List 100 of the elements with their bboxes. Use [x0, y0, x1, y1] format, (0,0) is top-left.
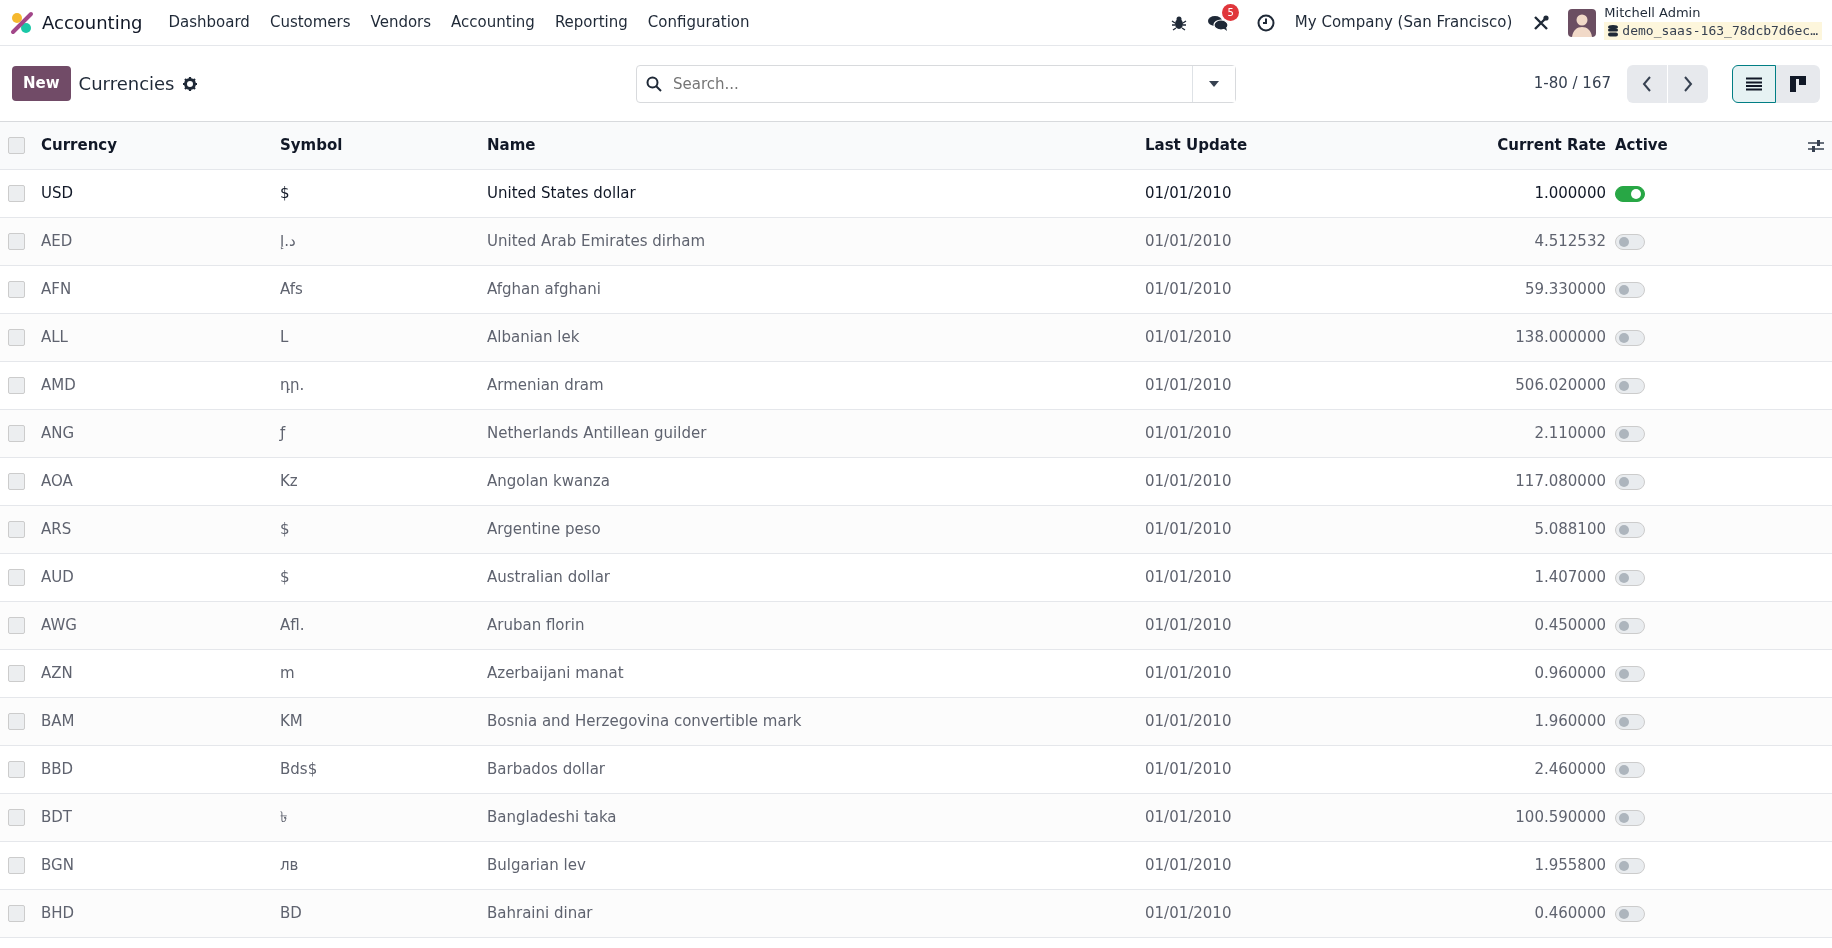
- active-toggle[interactable]: [1615, 665, 1645, 682]
- user-name[interactable]: Mitchell Admin: [1604, 5, 1822, 22]
- notification-badge: 5: [1222, 4, 1239, 21]
- row-checkbox[interactable]: [8, 233, 25, 251]
- menu-item[interactable]: Vendors: [360, 7, 442, 38]
- select-all-checkbox[interactable]: [8, 137, 25, 155]
- currency-code: AOA: [41, 472, 73, 491]
- currency-code: BHD: [41, 904, 75, 923]
- currency-code: BAM: [41, 712, 75, 731]
- last-update-date: 01/01/2010: [1145, 808, 1232, 827]
- currency-symbol: դր.: [280, 376, 305, 395]
- currency-code: AZN: [41, 664, 73, 683]
- active-toggle[interactable]: [1615, 329, 1645, 346]
- column-header[interactable]: Symbol: [280, 136, 343, 155]
- currency-code: USD: [41, 184, 74, 203]
- current-rate: 117.080000: [1515, 472, 1606, 491]
- active-toggle[interactable]: [1615, 521, 1645, 538]
- current-rate: 2.110000: [1534, 424, 1606, 443]
- active-toggle[interactable]: [1615, 857, 1645, 874]
- row-checkbox[interactable]: [8, 281, 25, 299]
- menu-item[interactable]: Reporting: [544, 7, 638, 38]
- current-rate: 5.088100: [1534, 520, 1606, 539]
- menu-item[interactable]: Dashboard: [158, 7, 260, 38]
- active-toggle[interactable]: [1615, 425, 1645, 442]
- row-checkbox[interactable]: [8, 761, 25, 779]
- app-name[interactable]: Accounting: [42, 9, 143, 36]
- column-header[interactable]: Name: [487, 136, 536, 155]
- kanban-view-button[interactable]: [1776, 64, 1820, 103]
- active-toggle[interactable]: [1615, 617, 1645, 634]
- row-checkbox[interactable]: [8, 521, 25, 539]
- row-checkbox[interactable]: [8, 713, 25, 731]
- menu-item[interactable]: Customers: [259, 7, 361, 38]
- row-checkbox[interactable]: [8, 569, 25, 587]
- app-logo-icon[interactable]: [10, 10, 34, 35]
- avatar-icon[interactable]: [1568, 8, 1597, 37]
- row-checkbox[interactable]: [8, 185, 25, 203]
- menu-item[interactable]: Accounting: [441, 7, 545, 38]
- current-rate: 1.960000: [1534, 712, 1606, 731]
- currency-code: AMD: [41, 376, 76, 395]
- currency-code: BBD: [41, 760, 74, 779]
- currency-name: Bosnia and Herzegovina convertible mark: [487, 712, 802, 731]
- column-header[interactable]: Currency: [41, 136, 117, 155]
- row-checkbox[interactable]: [8, 377, 25, 395]
- search-field[interactable]: Search...: [636, 64, 1236, 103]
- currency-name: Afghan afghani: [487, 280, 601, 299]
- active-toggle[interactable]: [1615, 809, 1645, 826]
- company-switcher[interactable]: My Company (San Francisco): [1284, 7, 1523, 38]
- kanban-icon: [1790, 76, 1806, 92]
- current-rate: 1.000000: [1534, 184, 1606, 203]
- pager-value[interactable]: 1-80 / 167: [1533, 72, 1611, 95]
- currency-code: ARS: [41, 520, 72, 539]
- last-update-date: 01/01/2010: [1145, 280, 1232, 299]
- column-header[interactable]: Active: [1615, 136, 1668, 155]
- current-rate: 4.512532: [1534, 232, 1606, 251]
- new-button[interactable]: New: [12, 66, 71, 101]
- row-checkbox[interactable]: [8, 857, 25, 875]
- list-view-button[interactable]: [1732, 64, 1776, 103]
- active-toggle[interactable]: [1615, 761, 1645, 778]
- last-update-date: 01/01/2010: [1145, 232, 1232, 251]
- chevron-right-icon: [1683, 76, 1693, 92]
- sliders-icon[interactable]: [1808, 138, 1824, 153]
- currency-code: AFN: [41, 280, 72, 299]
- row-checkbox[interactable]: [8, 329, 25, 347]
- gear-icon[interactable]: [182, 76, 197, 91]
- currency-name: United States dollar: [487, 184, 636, 203]
- active-toggle[interactable]: [1615, 281, 1645, 298]
- active-toggle[interactable]: [1615, 905, 1645, 922]
- row-checkbox[interactable]: [8, 809, 25, 827]
- active-toggle[interactable]: [1615, 377, 1645, 394]
- previous-page-button[interactable]: [1627, 64, 1667, 103]
- search-options-dropdown[interactable]: [1192, 65, 1235, 102]
- active-toggle[interactable]: [1615, 713, 1645, 730]
- current-rate: 138.000000: [1515, 328, 1606, 347]
- row-checkbox[interactable]: [8, 617, 25, 635]
- active-toggle[interactable]: [1615, 569, 1645, 586]
- current-rate: 1.955800: [1534, 856, 1606, 875]
- currency-symbol: BD: [280, 904, 302, 923]
- currency-name: Australian dollar: [487, 568, 611, 587]
- current-rate: 59.330000: [1524, 280, 1606, 299]
- currency-symbol: лв: [280, 856, 299, 875]
- row-checkbox[interactable]: [8, 905, 25, 923]
- currency-code: ANG: [41, 424, 75, 443]
- list-icon: [1746, 77, 1762, 91]
- column-header[interactable]: Last Update: [1145, 136, 1248, 155]
- active-toggle[interactable]: [1615, 473, 1645, 490]
- active-toggle[interactable]: [1615, 233, 1645, 250]
- currency-name: Angolan kwanza: [487, 472, 610, 491]
- row-checkbox[interactable]: [8, 665, 25, 683]
- last-update-date: 01/01/2010: [1145, 472, 1232, 491]
- active-toggle[interactable]: [1615, 185, 1645, 202]
- row-checkbox[interactable]: [8, 425, 25, 443]
- current-rate: 0.450000: [1534, 616, 1606, 635]
- next-page-button[interactable]: [1668, 64, 1708, 103]
- currency-code: AUD: [41, 568, 74, 587]
- last-update-date: 01/01/2010: [1145, 712, 1232, 731]
- menu-item[interactable]: Configuration: [637, 7, 760, 38]
- database-icon: [1608, 24, 1619, 37]
- row-checkbox[interactable]: [8, 473, 25, 491]
- last-update-date: 01/01/2010: [1145, 376, 1232, 395]
- currency-symbol: Bds$: [280, 760, 318, 779]
